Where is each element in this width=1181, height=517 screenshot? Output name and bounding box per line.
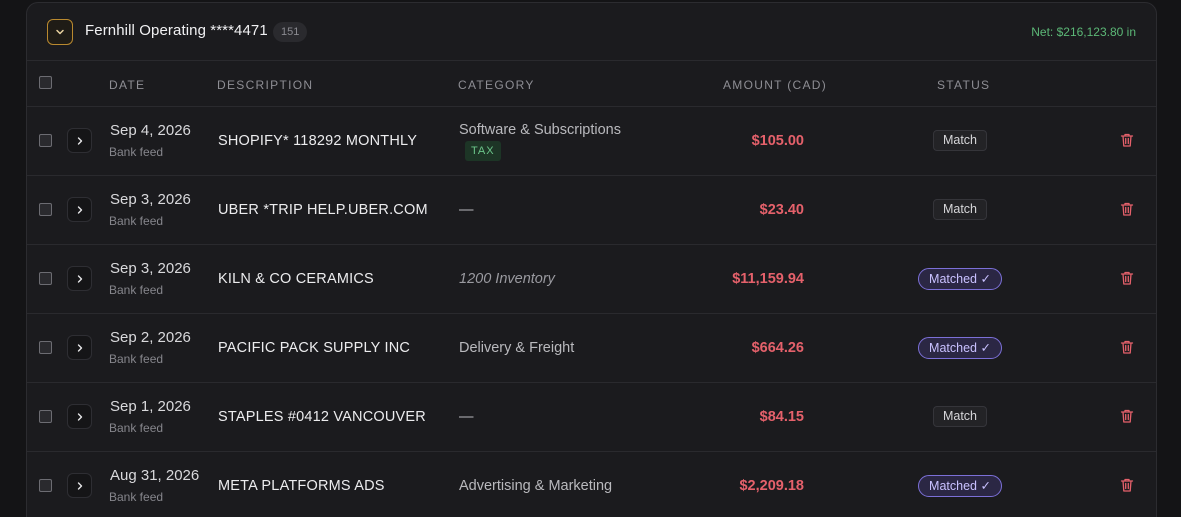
transaction-source: Bank feed [109, 490, 164, 504]
account-title: Fernhill Operating ****4471 [85, 22, 268, 39]
trash-icon[interactable] [1119, 408, 1135, 424]
chevron-right-icon [77, 481, 82, 490]
net-total: Net: $216,123.80 in [1031, 25, 1136, 39]
column-header-description[interactable]: DESCRIPTION [217, 78, 313, 92]
matched-status-badge[interactable]: Matched ✓ [918, 475, 1002, 497]
transaction-description: SHOPIFY* 118292 MONTHLY [218, 133, 418, 149]
transaction-description: KILN & CO CERAMICS [218, 271, 374, 287]
transaction-amount: $664.26 [751, 340, 804, 356]
chevron-right-icon [77, 136, 82, 145]
matched-status-badge[interactable]: Matched ✓ [918, 337, 1002, 359]
category-select[interactable]: — [459, 202, 474, 218]
transaction-date: Sep 3, 2026 [110, 191, 191, 208]
transaction-amount: $105.00 [751, 133, 804, 149]
column-header-category[interactable]: CATEGORY [458, 78, 535, 92]
trash-icon[interactable] [1119, 132, 1135, 148]
transaction-date: Aug 31, 2026 [110, 467, 200, 484]
row-checkbox[interactable] [39, 410, 52, 423]
match-button[interactable]: Match [932, 406, 988, 427]
column-header-status[interactable]: STATUS [937, 78, 990, 92]
category-select[interactable]: Software & Subscriptions [459, 122, 621, 138]
row-checkbox[interactable] [39, 341, 52, 354]
transaction-date: Sep 3, 2026 [110, 260, 191, 277]
tax-badge: TAX [465, 141, 501, 161]
table-row[interactable]: Sep 1, 2026 Bank feed STAPLES #0412 VANC… [27, 383, 1156, 452]
transaction-description: PACIFIC PACK SUPPLY INC [218, 340, 411, 356]
table-row[interactable]: Sep 4, 2026 Bank feed SHOPIFY* 118292 MO… [27, 107, 1156, 176]
transaction-description: STAPLES #0412 VANCOUVER [218, 409, 426, 425]
transaction-source: Bank feed [109, 421, 164, 435]
transaction-amount: $23.40 [759, 202, 804, 218]
expand-row-button[interactable] [67, 473, 92, 498]
trash-icon[interactable] [1119, 339, 1135, 355]
table-row[interactable]: Sep 3, 2026 Bank feed UBER *TRIP HELP.UB… [27, 176, 1156, 245]
row-checkbox[interactable] [39, 479, 52, 492]
transaction-source: Bank feed [109, 352, 164, 366]
table-row[interactable]: Aug 31, 2026 Bank feed META PLATFORMS AD… [27, 452, 1156, 517]
transaction-count-badge: 151 [273, 22, 308, 42]
row-checkbox[interactable] [39, 134, 52, 147]
expand-row-button[interactable] [67, 128, 92, 153]
chevron-down-icon [56, 29, 64, 35]
match-button[interactable]: Match [932, 130, 988, 151]
category-select[interactable]: Advertising & Marketing [459, 478, 612, 494]
transaction-source: Bank feed [109, 145, 164, 159]
trash-icon[interactable] [1119, 477, 1135, 493]
transaction-amount: $2,209.18 [739, 478, 804, 494]
expand-row-button[interactable] [67, 197, 92, 222]
chevron-right-icon [77, 412, 82, 421]
match-button[interactable]: Match [932, 199, 988, 220]
chevron-right-icon [77, 274, 82, 283]
column-header-amount[interactable]: AMOUNT (CAD) [723, 78, 827, 92]
chevron-right-icon [77, 343, 82, 352]
column-header-date[interactable]: DATE [109, 78, 145, 92]
trash-icon[interactable] [1119, 270, 1135, 286]
transaction-source: Bank feed [109, 214, 164, 228]
transaction-amount: $11,159.94 [732, 271, 804, 287]
expand-row-button[interactable] [67, 335, 92, 360]
account-panel: Fernhill Operating ****4471 151 Net: $21… [26, 2, 1157, 517]
transaction-date: Sep 2, 2026 [110, 329, 191, 346]
transaction-source: Bank feed [109, 283, 164, 297]
transaction-description: UBER *TRIP HELP.UBER.COM [218, 202, 428, 218]
category-select[interactable]: Delivery & Freight [459, 340, 574, 356]
collapse-button[interactable] [47, 19, 73, 45]
transaction-date: Sep 4, 2026 [110, 122, 191, 139]
category-select[interactable]: 1200 Inventory [459, 271, 555, 287]
table-header: DATE DESCRIPTION CATEGORY AMOUNT (CAD) S… [27, 61, 1156, 107]
chevron-right-icon [77, 205, 82, 214]
category-select[interactable]: — [459, 409, 474, 425]
transaction-date: Sep 1, 2026 [110, 398, 191, 415]
table-row[interactable]: Sep 3, 2026 Bank feed KILN & CO CERAMICS… [27, 245, 1156, 314]
transaction-description: META PLATFORMS ADS [218, 478, 385, 494]
row-checkbox[interactable] [39, 203, 52, 216]
table-row[interactable]: Sep 2, 2026 Bank feed PACIFIC PACK SUPPL… [27, 314, 1156, 383]
row-checkbox[interactable] [39, 272, 52, 285]
matched-status-badge[interactable]: Matched ✓ [918, 268, 1002, 290]
expand-row-button[interactable] [67, 266, 92, 291]
transaction-amount: $84.15 [759, 409, 804, 425]
select-all-checkbox[interactable] [39, 76, 52, 89]
expand-row-button[interactable] [67, 404, 92, 429]
account-header: Fernhill Operating ****4471 151 Net: $21… [27, 3, 1156, 61]
trash-icon[interactable] [1119, 201, 1135, 217]
